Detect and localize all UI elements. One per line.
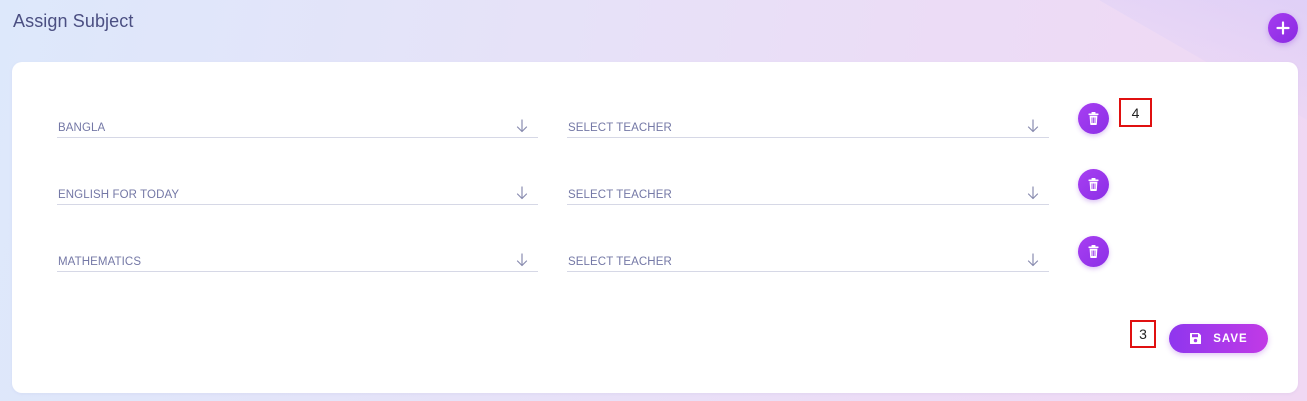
teacher-select[interactable]: SELECT TEACHER [567, 235, 1049, 272]
teacher-select[interactable]: SELECT TEACHER [567, 101, 1049, 138]
annotation-marker: 4 [1119, 98, 1152, 127]
arrow-down-icon [1027, 119, 1039, 133]
page-title: Assign Subject [13, 11, 134, 31]
teacher-select-value: SELECT TEACHER [568, 256, 672, 268]
assign-subject-card: BANGLA SELECT TEACHER 4 ENGLISH FOR TODA… [12, 62, 1298, 393]
teacher-select-value: SELECT TEACHER [568, 122, 672, 134]
delete-row-button[interactable] [1078, 236, 1109, 267]
delete-row-button[interactable] [1078, 169, 1109, 200]
arrow-down-icon [1027, 186, 1039, 200]
subject-row: ENGLISH FOR TODAY SELECT TEACHER [12, 168, 1298, 212]
arrow-down-icon [516, 253, 528, 267]
delete-row-button[interactable] [1078, 103, 1109, 134]
save-button[interactable]: SAVE [1169, 324, 1268, 353]
subject-select-value: ENGLISH FOR TODAY [58, 189, 180, 201]
arrow-down-icon [516, 119, 528, 133]
trash-icon [1088, 245, 1099, 258]
add-subject-button[interactable] [1268, 13, 1298, 43]
plus-icon [1276, 21, 1290, 35]
floppy-disk-icon [1190, 333, 1202, 344]
subject-select[interactable]: ENGLISH FOR TODAY [57, 168, 538, 205]
subject-row: MATHEMATICS SELECT TEACHER [12, 235, 1298, 279]
teacher-select[interactable]: SELECT TEACHER [567, 168, 1049, 205]
subject-select[interactable]: MATHEMATICS [57, 235, 538, 272]
trash-icon [1088, 178, 1099, 191]
subject-row: BANGLA SELECT TEACHER 4 [12, 98, 1298, 145]
teacher-select-value: SELECT TEACHER [568, 189, 672, 201]
save-button-label: SAVE [1213, 332, 1248, 345]
annotation-marker: 3 [1130, 320, 1156, 348]
arrow-down-icon [1027, 253, 1039, 267]
arrow-down-icon [516, 186, 528, 200]
subject-select-value: MATHEMATICS [58, 256, 142, 268]
trash-icon [1088, 112, 1099, 125]
subject-select-value: BANGLA [58, 122, 106, 134]
subject-select[interactable]: BANGLA [57, 101, 538, 138]
